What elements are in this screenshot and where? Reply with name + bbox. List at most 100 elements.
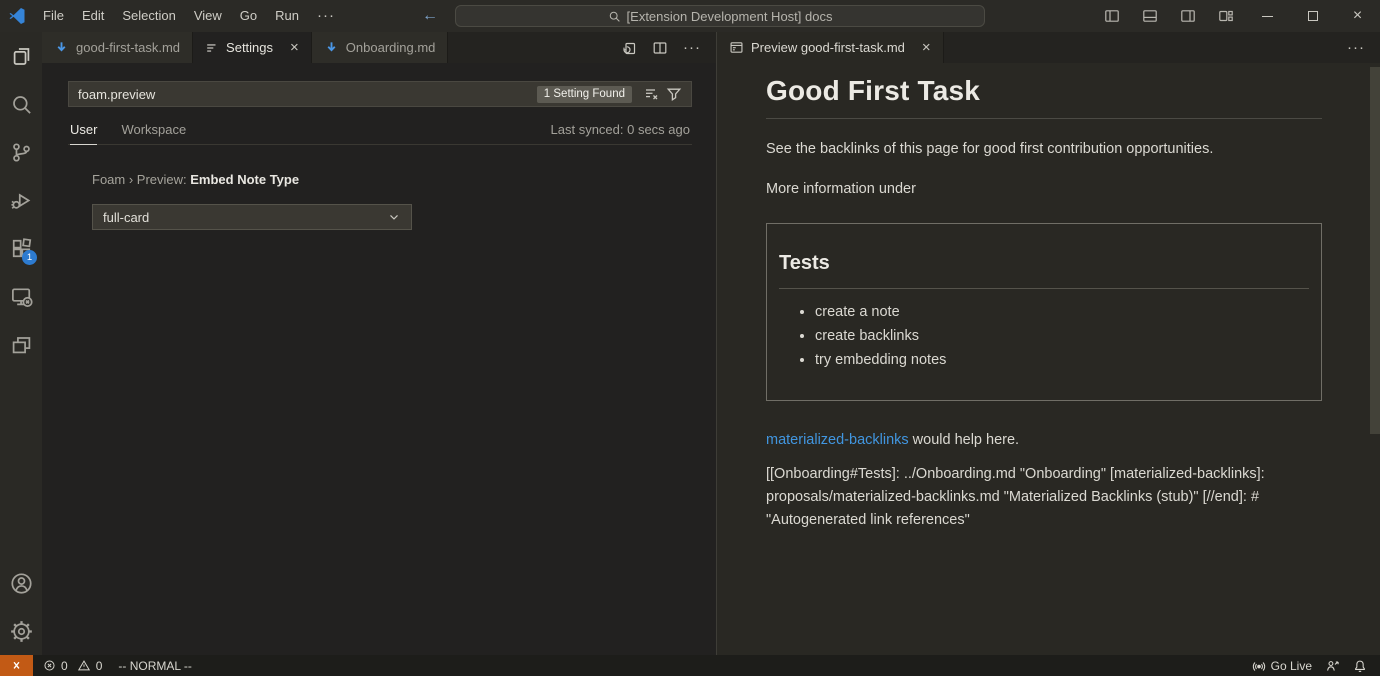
close-window-button[interactable]: × xyxy=(1335,0,1380,32)
clear-settings-filter-icon[interactable] xyxy=(641,83,663,105)
materialized-backlinks-link[interactable]: materialized-backlinks xyxy=(766,432,909,448)
source-control-icon[interactable] xyxy=(0,128,42,176)
go-live-label: Go Live xyxy=(1271,659,1312,673)
editor-group-settings: good-first-task.md Settings × Onboarding… xyxy=(42,32,716,655)
split-editor-icon[interactable] xyxy=(652,40,668,56)
go-live-button[interactable]: Go Live xyxy=(1252,659,1312,673)
markdown-preview-icon xyxy=(729,40,744,55)
problems-indicator[interactable]: 0 0 xyxy=(43,659,102,673)
settings-editor: foam.preview 1 Setting Found User Worksp… xyxy=(42,63,716,230)
select-value: full-card xyxy=(103,210,149,225)
error-count: 0 xyxy=(61,659,68,673)
settings-gear-icon[interactable] xyxy=(0,607,42,655)
last-synced-label: Last synced: 0 secs ago xyxy=(551,122,690,144)
editor-group-preview: Preview good-first-task.md × ··· Good Fi… xyxy=(717,32,1380,655)
link-references-paragraph: [[Onboarding#Tests]: ../Onboarding.md "O… xyxy=(766,463,1322,532)
tab-label: Preview good-first-task.md xyxy=(751,40,905,55)
list-item: try embedding notes xyxy=(815,352,1309,368)
minimize-button[interactable] xyxy=(1245,0,1290,32)
status-bar-right: Go Live xyxy=(1252,659,1380,673)
explorer-icon[interactable] xyxy=(0,32,42,80)
title-divider xyxy=(766,118,1322,119)
menu-more-icon[interactable]: ··· xyxy=(308,0,344,32)
tab-label: good-first-task.md xyxy=(76,40,180,55)
menu-bar: File Edit Selection View Go Run ··· xyxy=(34,0,344,32)
remote-explorer-icon[interactable] xyxy=(0,272,42,320)
menu-view[interactable]: View xyxy=(185,0,231,32)
notifications-bell-icon[interactable] xyxy=(1353,659,1367,673)
chevron-down-icon xyxy=(387,210,401,224)
right-tab-strip: Preview good-first-task.md × ··· xyxy=(717,32,1380,63)
title-bar: File Edit Selection View Go Run ··· ← → … xyxy=(0,0,1380,32)
settings-search-input[interactable]: foam.preview 1 Setting Found xyxy=(68,81,692,107)
warning-icon xyxy=(77,659,91,672)
workbench: 1 good-first-task.md Settings xyxy=(0,32,1380,655)
menu-edit[interactable]: Edit xyxy=(73,0,113,32)
maximize-icon xyxy=(1308,11,1318,21)
preview-paragraph: More information under xyxy=(766,181,1322,197)
toggle-sidebar-icon[interactable] xyxy=(1093,0,1131,32)
setting-label-name: Embed Note Type xyxy=(190,172,299,187)
customize-layout-icon[interactable] xyxy=(1207,0,1245,32)
left-editor-actions: ··· xyxy=(621,32,716,63)
minimize-icon xyxy=(1262,16,1273,17)
preview-paragraph: materialized-backlinks would help here. xyxy=(766,432,1322,448)
open-settings-json-icon[interactable] xyxy=(621,40,637,56)
back-arrow-icon[interactable]: ← xyxy=(422,7,438,25)
extensions-icon[interactable]: 1 xyxy=(0,224,42,272)
broadcast-icon xyxy=(1252,659,1266,673)
scope-tab-user[interactable]: User xyxy=(70,122,97,145)
embedded-note-title: Tests xyxy=(779,252,1309,275)
scope-tab-workspace[interactable]: Workspace xyxy=(121,122,186,144)
preview-title: Good First Task xyxy=(766,75,1322,107)
preview-paragraph: See the backlinks of this page for good … xyxy=(766,141,1322,157)
close-tab-icon[interactable]: × xyxy=(922,40,931,55)
more-actions-icon[interactable]: ··· xyxy=(1347,39,1365,56)
activity-bar-bottom xyxy=(0,559,42,655)
error-icon xyxy=(43,659,56,672)
stacked-windows-icon[interactable] xyxy=(0,320,42,368)
markdown-preview-pane: Good First Task See the backlinks of thi… xyxy=(717,63,1380,655)
window-controls: × xyxy=(1093,0,1380,32)
embedded-note-card: Tests create a note create backlinks try… xyxy=(766,223,1322,401)
menu-run[interactable]: Run xyxy=(266,0,308,32)
vscode-logo-icon xyxy=(0,0,34,32)
embedded-note-divider xyxy=(779,288,1309,289)
embed-note-type-select[interactable]: full-card xyxy=(92,204,412,230)
run-debug-icon[interactable] xyxy=(0,176,42,224)
settings-search-value: foam.preview xyxy=(78,87,537,102)
tab-settings[interactable]: Settings × xyxy=(193,32,312,63)
markdown-file-icon xyxy=(54,40,69,55)
setting-label: Foam › Preview: Embed Note Type xyxy=(92,172,692,187)
toggle-panel-icon[interactable] xyxy=(1131,0,1169,32)
tab-label: Settings xyxy=(226,40,273,55)
tab-good-first-task[interactable]: good-first-task.md xyxy=(42,32,193,63)
settings-list-icon xyxy=(205,41,219,55)
menu-go[interactable]: Go xyxy=(231,0,266,32)
menu-selection[interactable]: Selection xyxy=(113,0,184,32)
close-icon: × xyxy=(1353,7,1362,25)
tab-onboarding[interactable]: Onboarding.md xyxy=(312,32,449,63)
tab-preview-good-first-task[interactable]: Preview good-first-task.md × xyxy=(717,32,944,63)
accounts-icon[interactable] xyxy=(0,559,42,607)
feedback-icon[interactable] xyxy=(1325,659,1340,673)
maximize-button[interactable] xyxy=(1290,0,1335,32)
close-tab-icon[interactable]: × xyxy=(290,40,299,55)
activity-bar: 1 xyxy=(0,32,42,655)
settings-found-badge: 1 Setting Found xyxy=(537,86,632,103)
setting-label-prefix: Foam › Preview: xyxy=(92,172,190,187)
more-actions-icon[interactable]: ··· xyxy=(683,39,701,56)
tab-label: Onboarding.md xyxy=(346,40,436,55)
vim-mode-indicator[interactable]: -- NORMAL -- xyxy=(118,659,192,673)
preview-scrollbar[interactable] xyxy=(1370,67,1380,434)
remote-indicator[interactable] xyxy=(0,655,33,676)
list-item: create backlinks xyxy=(815,328,1309,344)
menu-file[interactable]: File xyxy=(34,0,73,32)
right-editor-actions: ··· xyxy=(1347,32,1380,63)
filter-settings-icon[interactable] xyxy=(663,83,685,105)
list-item: create a note xyxy=(815,304,1309,320)
command-center-search[interactable]: [Extension Development Host] docs xyxy=(455,5,985,27)
search-icon[interactable] xyxy=(0,80,42,128)
toggle-secondary-sidebar-icon[interactable] xyxy=(1169,0,1207,32)
warning-count: 0 xyxy=(96,659,103,673)
